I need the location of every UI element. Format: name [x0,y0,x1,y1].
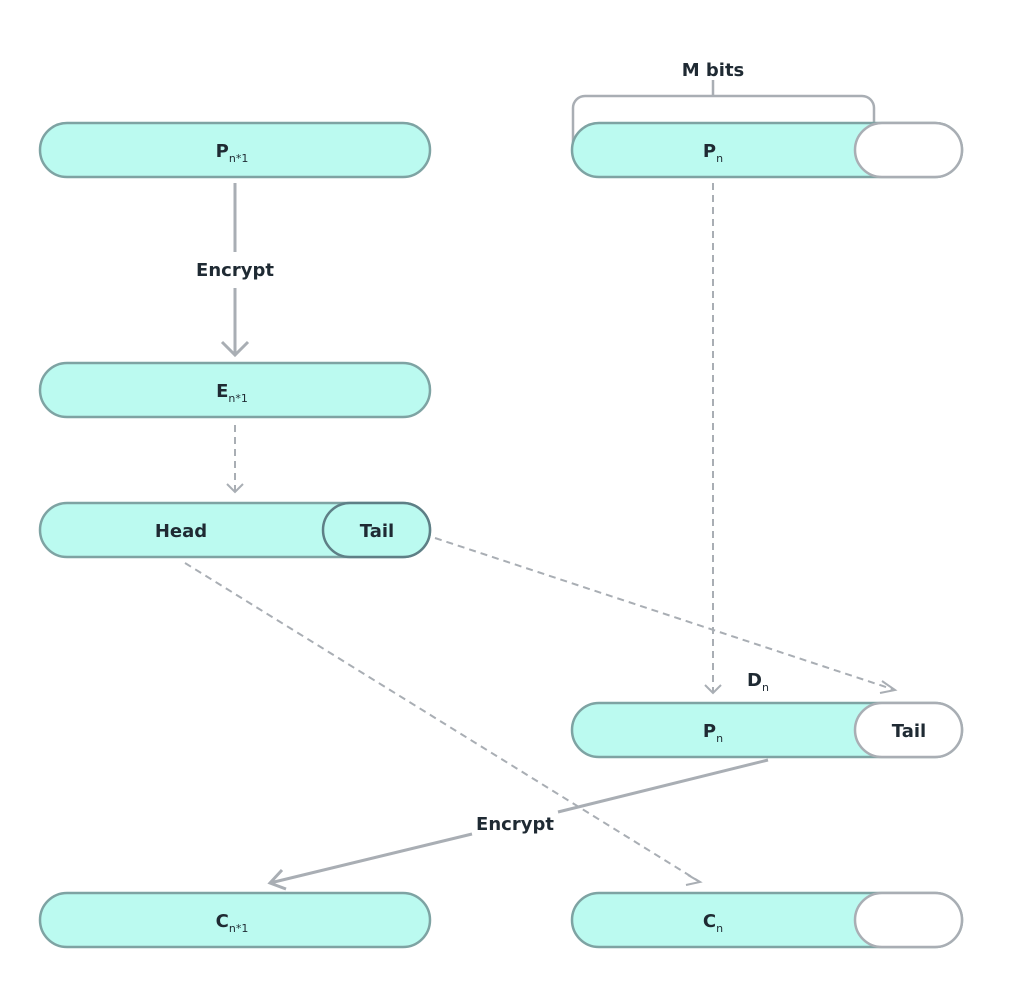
block-pn-padding [853,121,964,179]
m-bits-label: M bits [682,60,745,81]
block-c-prev [38,891,432,949]
head-label: Head [155,521,207,542]
cts-diagram: M bits Encrypt Encrypt Pn*1 En*1 Head Ta… [38,60,964,949]
encrypt-label-2: Encrypt [476,814,554,835]
dn-label: Dn [747,670,769,694]
tail-label: Tail [360,521,394,542]
block-e-prev [38,361,432,419]
block-cn-padding [853,891,964,949]
dashed-arrow-tail-to-dtail [434,537,896,691]
dn-tail-label: Tail [892,721,926,742]
encrypt-label-1: Encrypt [196,260,274,281]
block-p-prev [38,121,432,179]
